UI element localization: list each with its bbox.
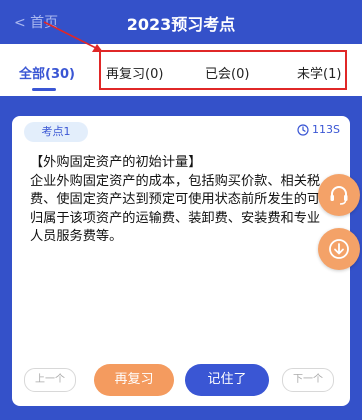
support-button[interactable]: [318, 174, 360, 216]
prev-button[interactable]: 上一个: [24, 368, 76, 392]
download-icon: [329, 239, 349, 259]
headset-icon: [330, 186, 348, 205]
timer-value: 113S: [312, 123, 340, 136]
remember-button[interactable]: 记住了: [185, 364, 269, 396]
download-button[interactable]: [318, 228, 360, 270]
knowledge-card: 考点1 113S 【外购固定资产的初始计量】 企业外购固定资产的成本，包括购买价…: [12, 116, 350, 406]
annotation-arrow: [43, 21, 103, 52]
clock-icon: [297, 123, 309, 136]
point-badge: 考点1: [24, 122, 88, 142]
review-again-button[interactable]: 再复习: [94, 364, 174, 396]
card-content: 【外购固定资产的初始计量】 企业外购固定资产的成本，包括购买价款、相关税费、使固…: [30, 155, 321, 244]
next-button[interactable]: 下一个: [282, 368, 334, 392]
timer: 113S: [297, 123, 340, 136]
